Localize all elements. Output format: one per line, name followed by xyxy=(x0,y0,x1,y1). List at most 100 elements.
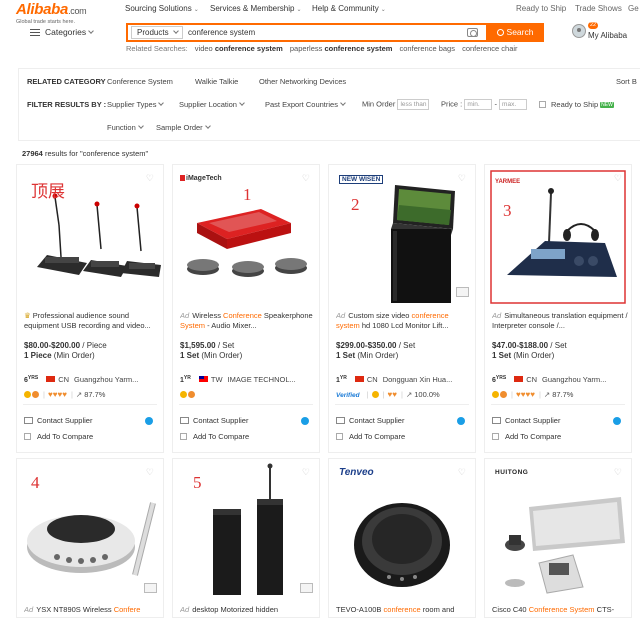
product-card[interactable]: 顶展 ♡ ♛ Professional audience sound equipm… xyxy=(16,164,164,453)
add-to-compare[interactable]: Add To Compare xyxy=(180,432,249,441)
related-link[interactable]: conference bags xyxy=(400,44,455,53)
product-title[interactable]: Cisco C40 Conference System CTS- xyxy=(492,605,628,625)
product-title[interactable]: Ad Custom size video conference system hd… xyxy=(336,311,472,331)
filter-sample-order[interactable]: Sample Order xyxy=(156,123,211,132)
supplier-name[interactable]: IMAGE TECHNOL... xyxy=(228,375,296,384)
product-image[interactable]: HUITONG xyxy=(485,459,631,599)
related-link[interactable]: paperless conference system xyxy=(290,44,393,53)
favorite-icon[interactable]: ♡ xyxy=(614,468,622,477)
monitor-lift-image xyxy=(391,185,455,303)
supplier-name[interactable]: Guangzhou Yarm... xyxy=(542,375,606,384)
contact-supplier-button[interactable]: Contact Supplier xyxy=(492,416,560,425)
sort-by[interactable]: Sort B xyxy=(616,77,637,86)
chevron-down-icon xyxy=(340,100,346,106)
logo-text: Alibaba xyxy=(16,1,69,18)
supplier-info: 6YRS CN Guangzhou Yarm... xyxy=(24,375,139,384)
search-scope-select[interactable]: Products xyxy=(131,26,183,39)
product-card[interactable]: Tenveo ♡ TEVO-A100B conference room and xyxy=(328,458,476,618)
product-card[interactable]: NEW WISEN 2 ♡ Ad Custom size video confer… xyxy=(328,164,476,453)
supplier-name[interactable]: Dongguan Xin Hua... xyxy=(383,375,453,384)
cn-flag-icon xyxy=(514,376,524,382)
checkbox[interactable] xyxy=(180,433,187,440)
checkbox[interactable] xyxy=(336,433,343,440)
product-image[interactable]: 5 xyxy=(173,459,319,599)
nav-trade-shows[interactable]: Trade Shows xyxy=(575,4,622,13)
filter-past-export[interactable]: Past Export Countries xyxy=(265,100,346,109)
product-image[interactable]: YARMEE 3 xyxy=(485,165,631,305)
supplier-ratings: | ♥♥♥♥ | ↗ 87.7% xyxy=(492,390,573,399)
categories-menu[interactable]: Categories xyxy=(30,27,94,37)
chevron-down-icon xyxy=(204,123,211,129)
nav-help-community[interactable]: Help & Community ⌄ xyxy=(312,4,386,13)
related-link[interactable]: conference chair xyxy=(462,44,517,53)
favorite-icon[interactable]: ♡ xyxy=(146,174,154,183)
product-card[interactable]: 4 ♡ Ad YSX NT890S Wireless Confere xyxy=(16,458,164,618)
video-icon[interactable] xyxy=(300,583,313,593)
price-max-input[interactable]: max. xyxy=(499,99,528,110)
message-count-badge: 22 xyxy=(588,22,599,29)
my-alibaba-label: My Alibaba xyxy=(588,31,628,40)
ready-to-ship-filter[interactable]: Ready to Ship NEW xyxy=(539,100,614,109)
category-conference-system[interactable]: Conference System xyxy=(107,77,173,86)
product-title[interactable]: Ad Wireless Conference Speakerphone Syste… xyxy=(180,311,316,331)
chat-icon[interactable] xyxy=(301,417,309,425)
favorite-icon[interactable]: ♡ xyxy=(302,174,310,183)
product-card[interactable]: 5 ♡ Ad desktop Motorized hidden xyxy=(172,458,320,618)
add-to-compare[interactable]: Add To Compare xyxy=(336,432,405,441)
contact-supplier-button[interactable]: Contact Supplier xyxy=(336,416,404,425)
category-walkie-talkie[interactable]: Walkie Talkie xyxy=(195,77,238,86)
nav-ready-to-ship[interactable]: Ready to Ship xyxy=(516,4,566,13)
filter-panel: RELATED CATEGORY Conference System Walki… xyxy=(18,68,640,141)
alibaba-logo[interactable]: Alibaba.com Global trade starts here. xyxy=(16,2,112,26)
nav-services-membership[interactable]: Services & Membership ⌄ xyxy=(210,4,302,13)
product-title[interactable]: TEVO-A100B conference room and xyxy=(336,605,472,625)
nav-get-app[interactable]: Ge xyxy=(628,4,639,13)
camera-icon[interactable] xyxy=(467,28,478,37)
checkbox[interactable] xyxy=(24,433,31,440)
favorite-icon[interactable]: ♡ xyxy=(458,468,466,477)
category-networking-devices[interactable]: Other Networking Devices xyxy=(259,77,346,86)
video-icon[interactable] xyxy=(456,287,469,297)
checkbox[interactable] xyxy=(539,101,546,108)
video-icon[interactable] xyxy=(144,583,157,593)
product-title[interactable]: Ad YSX NT890S Wireless Confere xyxy=(24,605,160,625)
product-image[interactable]: NEW WISEN 2 xyxy=(329,165,475,305)
add-to-compare[interactable]: Add To Compare xyxy=(24,432,93,441)
checkbox[interactable] xyxy=(492,433,499,440)
product-image[interactable]: Tenveo xyxy=(329,459,475,599)
handwritten-annotation: 1 xyxy=(243,185,252,204)
nav-sourcing-solutions[interactable]: Sourcing Solutions ⌄ xyxy=(125,4,199,13)
new-badge: NEW xyxy=(600,102,614,108)
product-image[interactable]: iMageTech 1 xyxy=(173,165,319,305)
filter-function[interactable]: Function xyxy=(107,123,144,132)
min-order-input[interactable]: less than xyxy=(397,99,430,110)
product-title[interactable]: ♛ Professional audience sound equipment U… xyxy=(24,311,160,331)
add-to-compare[interactable]: Add To Compare xyxy=(492,432,561,441)
related-link[interactable]: video conference system xyxy=(195,44,283,53)
favorite-icon[interactable]: ♡ xyxy=(146,468,154,477)
search-input[interactable] xyxy=(188,26,458,39)
product-image[interactable]: 4 xyxy=(17,459,163,599)
favorite-icon[interactable]: ♡ xyxy=(302,468,310,477)
product-title[interactable]: Ad Simultaneous translation equipment / I… xyxy=(492,311,628,331)
chat-icon[interactable] xyxy=(613,417,621,425)
product-title[interactable]: Ad desktop Motorized hidden xyxy=(180,605,316,625)
contact-supplier-button[interactable]: Contact Supplier xyxy=(180,416,248,425)
price-min-input[interactable]: min. xyxy=(464,99,493,110)
my-alibaba[interactable]: 22 My Alibaba xyxy=(572,22,638,46)
search-button[interactable]: Search xyxy=(486,23,544,42)
favorite-icon[interactable]: ♡ xyxy=(614,174,622,183)
product-card[interactable]: HUITONG ♡ Cisco C40 Conference System CT… xyxy=(484,458,632,618)
tw-flag-icon xyxy=(198,376,208,382)
supplier-name[interactable]: Guangzhou Yarm... xyxy=(74,375,138,384)
filter-supplier-location[interactable]: Supplier Location xyxy=(179,100,245,109)
mail-icon xyxy=(24,417,33,424)
product-card[interactable]: iMageTech 1 ♡ Ad Wireless Conference Spea… xyxy=(172,164,320,453)
favorite-icon[interactable]: ♡ xyxy=(458,174,466,183)
chat-icon[interactable] xyxy=(145,417,153,425)
filter-supplier-types[interactable]: Supplier Types xyxy=(107,100,165,109)
chat-icon[interactable] xyxy=(457,417,465,425)
product-image[interactable]: 顶展 xyxy=(17,165,163,305)
contact-supplier-button[interactable]: Contact Supplier xyxy=(24,416,92,425)
product-card[interactable]: YARMEE 3 ♡ Ad Simultaneous translation eq… xyxy=(484,164,632,453)
